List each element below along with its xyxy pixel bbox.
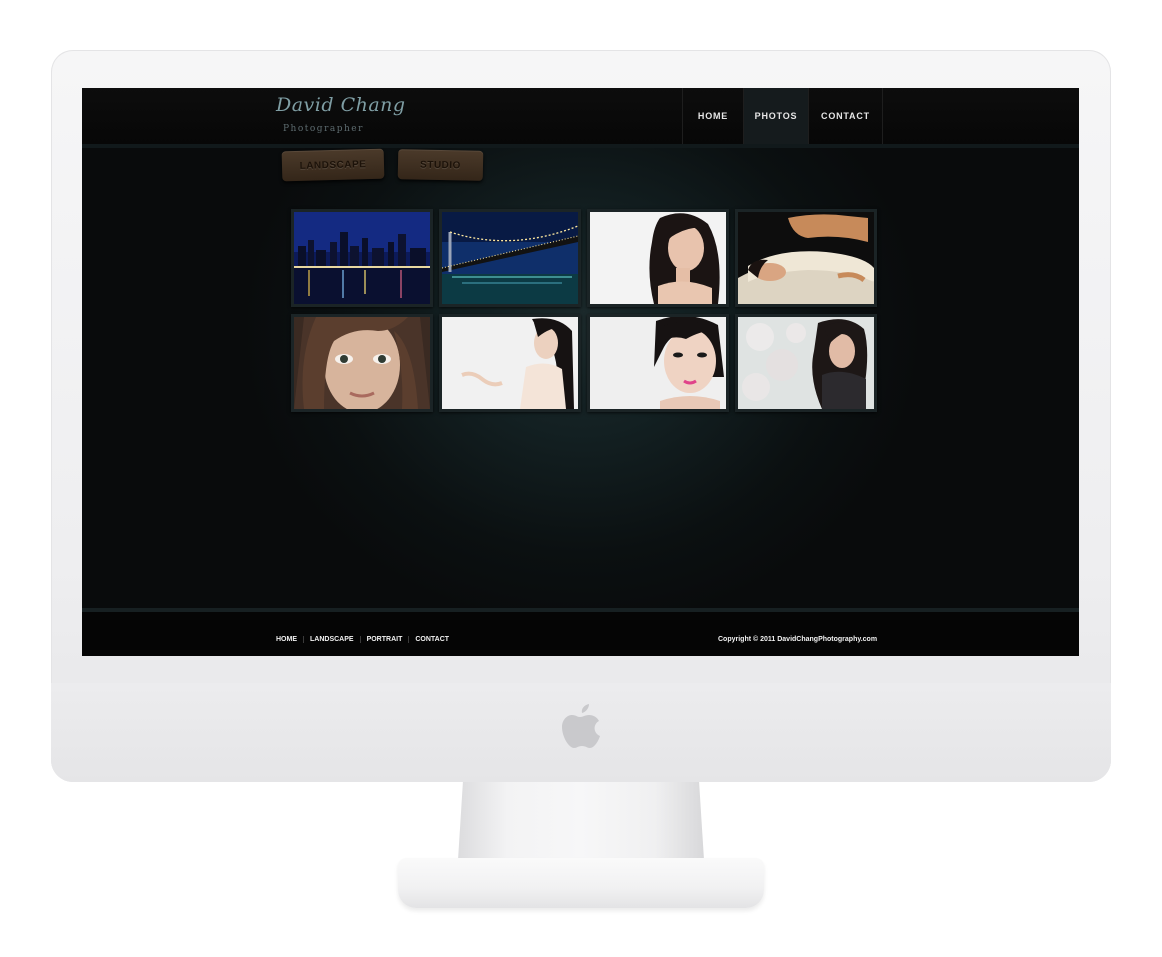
website-screen: David Chang Photographer HOME PHOTOS CON… <box>82 88 1079 656</box>
nav-item-contact[interactable]: CONTACT <box>808 88 883 144</box>
imac-stand-neck <box>458 782 704 860</box>
main-nav: HOME PHOTOS CONTACT <box>682 88 883 144</box>
nav-item-photos[interactable]: PHOTOS <box>743 88 808 144</box>
logo-tagline: Photographer <box>283 124 364 134</box>
photo-thumbnail-floral-portrait[interactable] <box>735 314 877 412</box>
gallery-area: LANDSCAPE STUDIO <box>82 148 1079 608</box>
nav-item-home[interactable]: HOME <box>682 88 743 144</box>
tab-studio[interactable]: STUDIO <box>397 149 484 181</box>
footer-link-portrait[interactable]: PORTRAIT <box>359 636 409 643</box>
photo-thumbnail-reclining-portrait[interactable] <box>735 209 877 307</box>
tab-landscape[interactable]: LANDSCAPE <box>281 148 385 182</box>
site-logo[interactable]: David Chang Photographer <box>276 94 405 140</box>
photo-thumbnail-bridge-night[interactable] <box>439 209 581 307</box>
site-footer: HOME LANDSCAPE PORTRAIT CONTACT Copyrigh… <box>82 612 1079 656</box>
copyright-text: Copyright © 2011 DavidChangPhotography.c… <box>718 636 878 643</box>
photo-thumbnail-closeup-portrait[interactable] <box>291 314 433 412</box>
footer-link-contact[interactable]: CONTACT <box>408 636 455 643</box>
photo-thumbnail-city-skyline[interactable] <box>291 209 433 307</box>
logo-name: David Chang <box>276 94 406 116</box>
site-header: David Chang Photographer HOME PHOTOS CON… <box>82 88 1079 148</box>
imac-stand-foot <box>398 858 764 908</box>
footer-nav: HOME LANDSCAPE PORTRAIT CONTACT <box>276 636 455 643</box>
photo-thumbnail-studio-portrait-1[interactable] <box>587 209 729 307</box>
photo-thumbnail-studio-portrait-2[interactable] <box>439 314 581 412</box>
footer-link-landscape[interactable]: LANDSCAPE <box>303 636 360 643</box>
apple-logo-icon <box>562 704 600 748</box>
footer-link-home[interactable]: HOME <box>276 636 303 643</box>
photo-thumbnail-studio-portrait-3[interactable] <box>587 314 729 412</box>
